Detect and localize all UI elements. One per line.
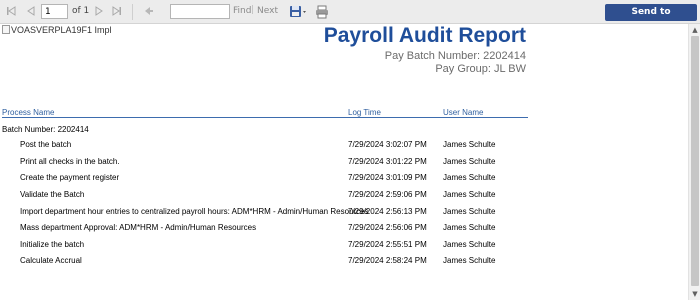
log-time-cell: 7/29/2024 3:02:07 PM xyxy=(348,140,427,149)
log-time-cell: 7/29/2024 3:01:09 PM xyxy=(348,173,427,182)
find-link[interactable]: Find xyxy=(233,6,251,16)
user-name-cell: James Schulte xyxy=(443,240,496,249)
logo-alt-text: VOASVERPLA19F1 Impl xyxy=(11,25,112,35)
report-toolbar: of 1 Find | Next Send to myReports xyxy=(0,0,700,34)
next-page-icon[interactable] xyxy=(92,5,106,19)
process-name-cell: Validate the Batch xyxy=(20,190,85,199)
log-time-cell: 7/29/2024 2:58:24 PM xyxy=(348,256,427,265)
scroll-down-arrow-icon[interactable]: ▼ xyxy=(689,289,700,299)
header-divider xyxy=(2,117,528,118)
log-time-cell: 7/29/2024 2:56:13 PM xyxy=(348,207,427,216)
table-row: Mass department Approval: ADM*HRM - Admi… xyxy=(0,223,688,239)
broken-image-icon xyxy=(2,25,10,34)
table-row: Calculate Accrual 7/29/2024 2:58:24 PM J… xyxy=(0,256,688,272)
process-name-cell: Calculate Accrual xyxy=(20,256,82,265)
user-name-cell: James Schulte xyxy=(443,223,496,232)
pay-batch-number: Pay Batch Number: 2202414 xyxy=(384,50,526,62)
print-icon[interactable] xyxy=(315,5,329,19)
first-page-icon[interactable] xyxy=(4,5,18,19)
process-name-cell: Create the payment register xyxy=(20,173,120,182)
process-name-cell: Initialize the batch xyxy=(20,240,85,249)
user-name-cell: James Schulte xyxy=(443,190,496,199)
find-separator: | xyxy=(251,5,255,15)
table-row: Validate the Batch 7/29/2024 2:59:06 PM … xyxy=(0,190,688,206)
table-row: Post the batch 7/29/2024 3:02:07 PM Jame… xyxy=(0,140,688,156)
process-name-cell: Print all checks in the batch. xyxy=(20,157,120,166)
page-number-input[interactable] xyxy=(41,4,68,19)
log-time-cell: 7/29/2024 3:01:22 PM xyxy=(348,157,427,166)
table-row: Import department hour entries to centra… xyxy=(0,207,688,223)
report-title: Payroll Audit Report xyxy=(323,24,526,47)
back-to-parent-icon[interactable] xyxy=(142,5,156,19)
table-row: Initialize the batch 7/29/2024 2:55:51 P… xyxy=(0,240,688,256)
vertical-scrollbar[interactable]: ▲ ▼ xyxy=(688,24,700,300)
report-canvas: VOASVERPLA19F1 Impl Payroll Audit Report… xyxy=(0,24,688,300)
find-text-input[interactable] xyxy=(170,4,230,19)
export-save-icon[interactable] xyxy=(289,5,309,19)
find-next-link[interactable]: Next xyxy=(257,6,278,16)
pay-group: Pay Group: JL BW xyxy=(435,63,526,75)
column-header-process-name: Process Name xyxy=(2,108,55,117)
toolbar-separator xyxy=(132,4,133,20)
log-time-cell: 7/29/2024 2:56:06 PM xyxy=(348,223,427,232)
send-to-myreports-button[interactable]: Send to myReports xyxy=(605,4,697,34)
table-row: Print all checks in the batch. 7/29/2024… xyxy=(0,157,688,173)
column-header-user-name: User Name xyxy=(443,108,484,117)
process-name-cell: Post the batch xyxy=(20,140,72,149)
user-name-cell: James Schulte xyxy=(443,207,496,216)
user-name-cell: James Schulte xyxy=(443,140,496,149)
log-time-cell: 7/29/2024 2:55:51 PM xyxy=(348,240,427,249)
previous-page-icon[interactable] xyxy=(24,5,38,19)
log-time-cell: 7/29/2024 2:59:06 PM xyxy=(348,190,427,199)
scrollbar-thumb[interactable] xyxy=(691,36,699,286)
company-logo: VOASVERPLA19F1 Impl xyxy=(2,25,112,35)
scroll-up-arrow-icon[interactable]: ▲ xyxy=(689,25,700,35)
last-page-icon[interactable] xyxy=(110,5,124,19)
user-name-cell: James Schulte xyxy=(443,173,496,182)
table-row: Create the payment register 7/29/2024 3:… xyxy=(0,173,688,189)
column-header-log-time: Log Time xyxy=(348,108,381,117)
user-name-cell: James Schulte xyxy=(443,256,496,265)
page-count-label: of 1 xyxy=(72,6,90,16)
batch-group-header: Batch Number: 2202414 xyxy=(2,125,89,134)
process-name-cell: Mass department Approval: ADM*HRM - Admi… xyxy=(20,223,257,232)
process-name-cell: Import department hour entries to centra… xyxy=(20,207,369,216)
user-name-cell: James Schulte xyxy=(443,157,496,166)
